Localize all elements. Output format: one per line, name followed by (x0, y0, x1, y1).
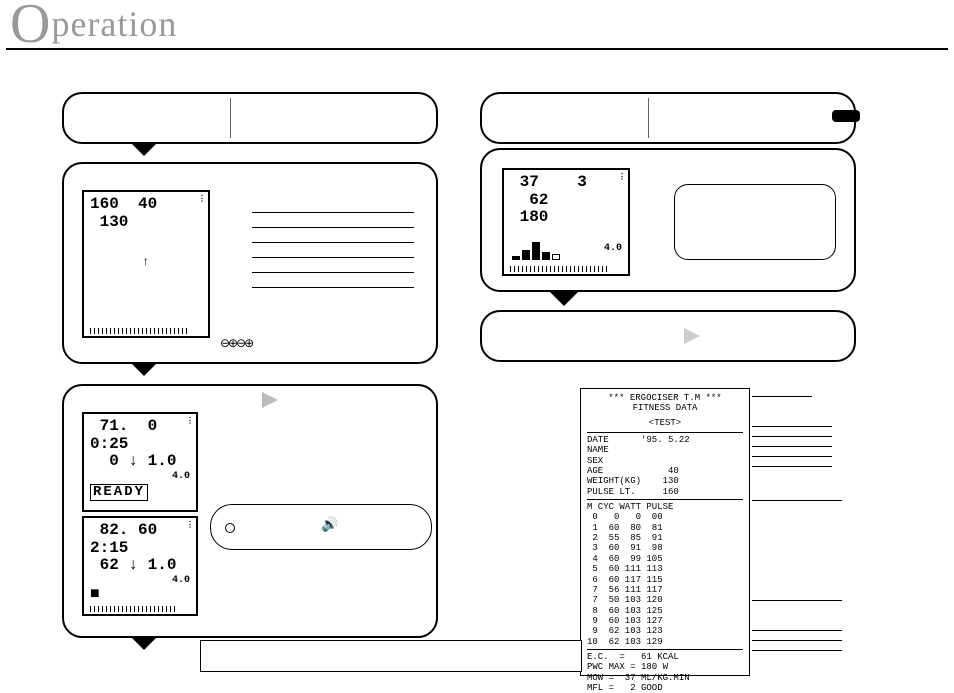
bar-graph (512, 232, 560, 260)
lcd-display-results: 37 3 62 180 4.0 ⋮ (502, 168, 630, 276)
printout-row: 1 60 80 81 (587, 523, 743, 533)
down-arrow-icon (550, 292, 578, 306)
lcd3a-line3: 0 ↓ 1.0 (90, 453, 190, 471)
step-panel-1 (62, 92, 438, 144)
lcd-scale-ticks (510, 266, 610, 272)
down-arrow-icon (130, 636, 158, 650)
panel-1-divider (230, 98, 231, 138)
note-box (674, 184, 836, 260)
lcd-display-settings: 160 40 130 ↑ ⋮ (82, 190, 210, 338)
lcd3b-line4: 4.0 (90, 575, 190, 586)
speaker-icon: 🔊 (321, 517, 338, 534)
lcd3b-block: ■ (90, 586, 190, 604)
title-rule (6, 48, 948, 50)
printout-footer-0: E.C. = 61 KCAL (587, 652, 743, 662)
callout-line (752, 466, 832, 467)
printout-footer-1: PWC MAX = 180 W (587, 662, 743, 672)
printout-row: 5 60 111 113 (587, 564, 743, 574)
lcd5-line3: 180 (510, 209, 622, 227)
printout-kv-2: SEX (587, 456, 743, 466)
lcd3b-line3: 62 ↓ 1.0 (90, 557, 190, 575)
callout-line (752, 446, 832, 447)
page-title-initial: O (10, 0, 51, 55)
printout-kv-1: NAME (587, 445, 743, 455)
printout-kv-3: AGE 40 (587, 466, 743, 476)
printout-row: 6 60 117 115 (587, 575, 743, 585)
lcd-right-scale: ⋮ (618, 174, 626, 270)
lcd3b-line2: 2:15 (90, 540, 190, 558)
printout-row: 7 50 103 120 (587, 595, 743, 605)
step-panel-4 (480, 92, 856, 144)
lcd-right-scale: ⋮ (198, 196, 206, 332)
callout-line (752, 396, 812, 397)
printout-sheet: *** ERGOCISER T.M *** FITNESS DATA <TEST… (580, 388, 750, 676)
printout-rule (587, 649, 743, 650)
lcd-display-ready: 71. 0 0:25 0 ↓ 1.0 4.0 READY ⋮ (82, 412, 198, 512)
lcd-line-2: 130 (90, 214, 202, 232)
play-icon (684, 328, 700, 344)
printout-mode: <TEST> (587, 418, 743, 428)
callout-line (752, 600, 842, 601)
plus-minus-buttons-icon: ⊖⊕⊖⊕ (220, 336, 252, 351)
lcd-scale-ticks (90, 606, 178, 612)
lcd-right-scale: ⋮ (186, 418, 194, 506)
printout-row: 2 55 85 91 (587, 533, 743, 543)
printout-kv-4: WEIGHT(KG) 130 (587, 476, 743, 486)
black-key-icon (832, 110, 860, 122)
down-arrow-icon (130, 142, 158, 156)
lcd5-line1: 37 3 (510, 174, 622, 192)
lcd-display-running: 82. 60 2:15 62 ↓ 1.0 4.0 ■ ⋮ (82, 516, 198, 616)
printout-row: 10 62 103 129 (587, 637, 743, 647)
lcd-right-scale: ⋮ (186, 522, 194, 610)
callout-line (752, 426, 832, 427)
callout-line (752, 456, 832, 457)
printout-kv-5: PULSE LT. 160 (587, 487, 743, 497)
printout-row: 9 60 103 127 (587, 616, 743, 626)
printout-row: 8 60 103 125 (587, 606, 743, 616)
callout-line (752, 640, 842, 641)
lcd-line-1: 160 40 (90, 196, 202, 214)
lcd3a-line1: 71. 0 (90, 418, 190, 436)
printout-row: 3 60 91 98 (587, 543, 743, 553)
callout-line (752, 436, 832, 437)
lcd3a-line2: 0:25 (90, 436, 190, 454)
speaker-dial: 🔊 (210, 504, 432, 550)
panel-4-divider (648, 98, 649, 138)
page-title-rest: peration (51, 4, 177, 44)
printout-rule (587, 499, 743, 500)
printout-kv-0: DATE '95. 5.22 (587, 435, 743, 445)
dial-dot (225, 523, 235, 533)
printout-header-1: *** ERGOCISER T.M *** (587, 393, 743, 403)
callout-line (752, 650, 842, 651)
lcd5-line2: 62 (510, 192, 622, 210)
lcd-scale-ticks (90, 328, 190, 334)
note-lines (252, 198, 414, 288)
callout-line (752, 500, 842, 501)
play-icon (262, 392, 278, 408)
printout-rule (587, 432, 743, 433)
up-arrow-icon: ↑ (142, 256, 149, 269)
printout-row: 0 0 0 00 (587, 512, 743, 522)
printout-row: 7 56 111 117 (587, 585, 743, 595)
step-panel-6 (480, 310, 856, 362)
printout-footer-3: MFL = 2 GOOD (587, 683, 743, 693)
printout-table-header: M CYC WATT PULSE (587, 502, 743, 512)
printout-header-2: FITNESS DATA (587, 403, 743, 413)
bottom-note-box (200, 640, 582, 672)
lcd3a-line4: 4.0 (90, 471, 190, 482)
printout-footer-2: MOW = 37 ML/KG.MIN (587, 673, 743, 683)
ready-indicator: READY (90, 484, 148, 501)
callout-line (752, 630, 842, 631)
printout-row: 9 62 103 123 (587, 626, 743, 636)
lcd3b-line1: 82. 60 (90, 522, 190, 540)
down-arrow-icon (130, 362, 158, 376)
printout-row: 4 60 99 105 (587, 554, 743, 564)
